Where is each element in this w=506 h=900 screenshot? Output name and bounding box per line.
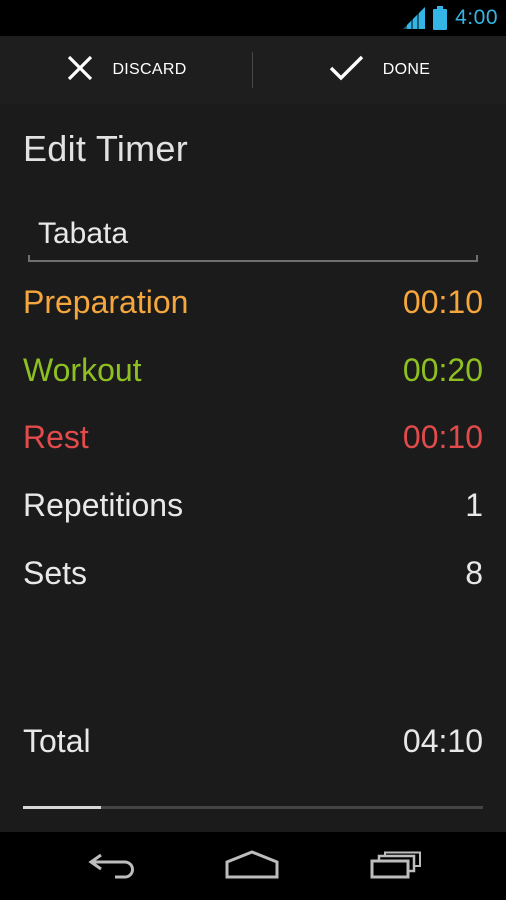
setting-row-workout[interactable]: Workout 00:20 — [23, 345, 483, 395]
timer-name-underline — [28, 255, 478, 262]
setting-value: 1 — [465, 486, 483, 523]
total-label: Total — [23, 722, 91, 759]
setting-value: 8 — [465, 554, 483, 591]
timer-name-field — [28, 210, 478, 262]
setting-row-repetitions[interactable]: Repetitions 1 — [23, 480, 483, 530]
discard-button[interactable]: DISCARD — [0, 36, 253, 104]
progress-fill — [23, 806, 102, 809]
done-button[interactable]: DONE — [253, 36, 506, 104]
status-indicators: 4:00 — [403, 0, 498, 36]
progress-track — [23, 806, 483, 809]
setting-label: Workout — [23, 351, 142, 388]
setting-row-rest[interactable]: Rest 00:10 — [23, 412, 483, 462]
setting-value: 00:10 — [402, 418, 483, 455]
screen: 4:00 DISCARD DONE Edit Timer Tabata Prep… — [0, 0, 506, 900]
page-title: Edit Timer — [23, 128, 189, 169]
back-button[interactable] — [82, 850, 142, 884]
setting-label: Repetitions — [23, 486, 184, 523]
action-bar: DISCARD DONE — [0, 36, 506, 104]
close-icon — [66, 54, 94, 87]
setting-row-preparation[interactable]: Preparation 00:10 — [23, 277, 483, 327]
done-label: DONE — [382, 61, 431, 78]
action-divider — [252, 52, 253, 88]
signal-strength-icon — [403, 7, 426, 29]
home-button[interactable] — [222, 849, 282, 885]
setting-label: Rest — [23, 418, 89, 455]
navigation-bar — [0, 832, 506, 900]
setting-value: 00:20 — [402, 351, 483, 388]
total-row: Total 04:10 — [23, 716, 483, 766]
battery-icon — [433, 6, 448, 30]
total-value: 04:10 — [402, 722, 483, 759]
setting-row-sets[interactable]: Sets 8 — [23, 548, 483, 598]
setting-label: Sets — [23, 554, 88, 591]
setting-value: 00:10 — [402, 283, 483, 320]
back-icon — [87, 851, 137, 884]
status-clock: 4:00 — [455, 6, 498, 29]
discard-label: DISCARD — [112, 61, 187, 78]
recent-apps-button[interactable] — [366, 850, 426, 884]
setting-label: Preparation — [23, 283, 189, 320]
checkmark-icon — [329, 54, 365, 87]
recent-apps-icon — [370, 851, 422, 884]
timer-name-input[interactable] — [28, 210, 478, 258]
status-bar: 4:00 — [0, 0, 506, 36]
home-icon — [224, 849, 280, 885]
